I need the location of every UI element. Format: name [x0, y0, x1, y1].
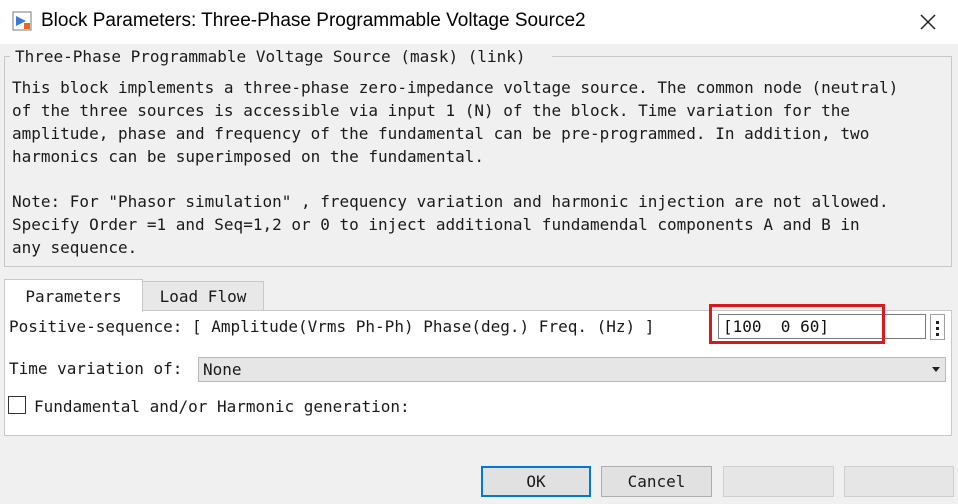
time-variation-label: Time variation of: [9, 359, 183, 378]
cancel-button[interactable]: Cancel [601, 466, 712, 497]
ok-button[interactable]: OK [481, 466, 591, 497]
note-line: any sequence. [12, 238, 138, 257]
parameter-menu-button[interactable] [930, 314, 945, 340]
mask-group-title: Three-Phase Programmable Voltage Source … [15, 47, 526, 66]
description-line: This block implements a three-phase zero… [12, 78, 899, 97]
apply-button[interactable] [844, 466, 954, 497]
positive-sequence-label: Positive-sequence: [ Amplitude(Vrms Ph-P… [9, 317, 655, 336]
group-border [552, 56, 951, 57]
positive-sequence-input[interactable]: [100 0 60] [718, 314, 926, 339]
title-bar: Block Parameters: Three-Phase Programmab… [0, 0, 958, 44]
harmonic-generation-checkbox[interactable] [8, 396, 26, 414]
tab-load-flow[interactable]: Load Flow [142, 281, 264, 310]
close-icon[interactable] [908, 4, 948, 40]
window-title: Block Parameters: Three-Phase Programmab… [41, 10, 586, 31]
time-variation-select[interactable]: None [198, 357, 946, 382]
mask-note: Note: For "Phasor simulation" , frequenc… [12, 190, 942, 259]
note-line: Specify Order =1 and Seq=1,2 or 0 to inj… [12, 215, 860, 234]
menu-dot [936, 321, 939, 324]
description-line: harmonics can be superimposed on the fun… [12, 147, 485, 166]
simulink-block-icon [12, 11, 32, 31]
help-button[interactable] [723, 466, 834, 497]
menu-dot [936, 327, 939, 330]
time-variation-value: None [203, 360, 242, 379]
menu-dot [936, 333, 939, 336]
description-line: of the three sources is accessible via i… [12, 101, 851, 120]
mask-description: This block implements a three-phase zero… [12, 76, 942, 168]
dropdown-arrow-icon [932, 367, 940, 372]
harmonic-generation-label: Fundamental and/or Harmonic generation: [34, 397, 410, 416]
note-line: Note: For "Phasor simulation" , frequenc… [12, 192, 889, 211]
group-border [4, 56, 10, 57]
description-line: amplitude, phase and frequency of the fu… [12, 124, 870, 143]
tab-parameters[interactable]: Parameters [4, 279, 143, 312]
